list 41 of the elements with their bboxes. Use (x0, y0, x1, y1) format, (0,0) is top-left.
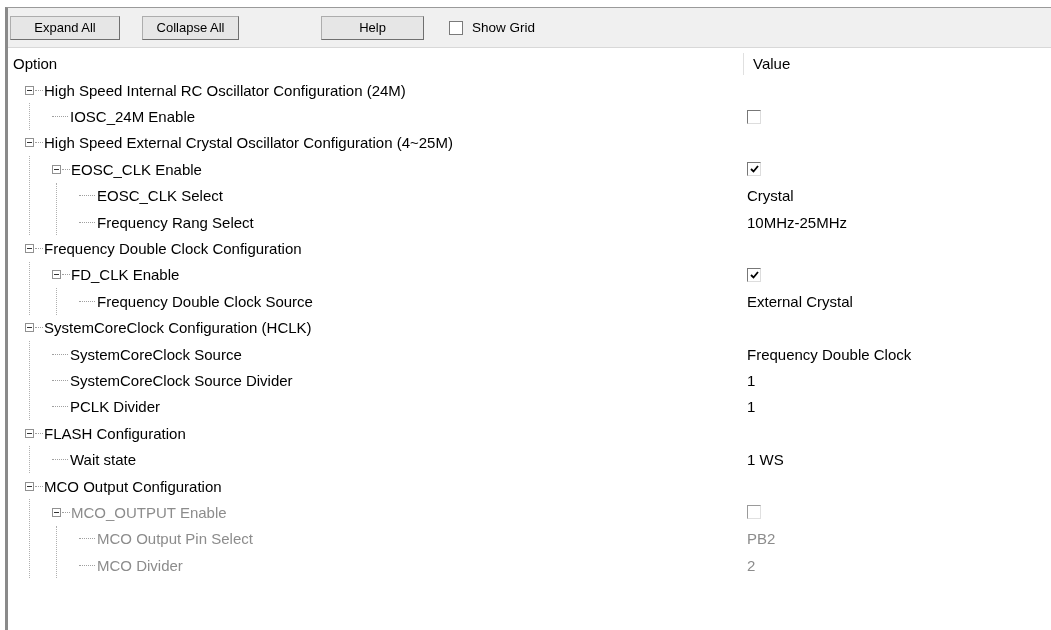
toolbar-button[interactable]: Collapse All (142, 15, 239, 40)
option-value[interactable]: 10MHz-25MHz (747, 213, 848, 231)
option-label[interactable]: Wait state (70, 451, 137, 469)
collapse-icon[interactable] (25, 85, 34, 95)
option-label[interactable]: FD_CLK Enable (71, 266, 180, 284)
checkbox-label: Show Grid (472, 20, 536, 35)
option-label[interactable]: MCO Output Configuration (44, 477, 222, 495)
collapse-icon[interactable] (25, 138, 34, 148)
collapse-icon[interactable] (25, 323, 34, 333)
checkbox[interactable] (747, 109, 761, 124)
option-label[interactable]: PCLK Divider (70, 398, 161, 416)
collapse-icon[interactable] (25, 244, 34, 254)
option-label[interactable]: EOSC_CLK Select (97, 187, 223, 205)
column-header: Option (12, 55, 59, 72)
toolbar-button[interactable]: Help (321, 15, 424, 40)
option-label[interactable]: Frequency Rang Select (97, 213, 254, 231)
checkbox[interactable] (747, 267, 761, 282)
column-header: Value (753, 55, 791, 72)
collapse-icon[interactable] (52, 164, 61, 174)
checkbox[interactable] (449, 20, 463, 35)
option-label[interactable]: High Speed Internal RC Oscillator Configuration (24M) (44, 81, 406, 99)
option-label[interactable]: SystemCoreClock Source Divider (70, 372, 293, 389)
option-label[interactable]: IOSC_24M Enable (70, 108, 196, 126)
option-label[interactable]: EOSC_CLK Enable (71, 160, 202, 178)
option-value[interactable]: 1 WS (747, 451, 784, 469)
option-value[interactable]: 1 (747, 372, 756, 389)
option-label[interactable]: FLASH Configuration (44, 424, 186, 442)
option-value[interactable]: External Crystal (747, 292, 853, 310)
option-value[interactable]: Frequency Double Clock (747, 345, 912, 363)
collapse-icon[interactable] (52, 270, 61, 280)
option-label[interactable]: SystemCoreClock Configuration (HCLK) (44, 319, 312, 337)
option-value[interactable]: Crystal (747, 187, 794, 205)
option-label[interactable]: High Speed External Crystal Oscillator Configuration (4~25M) (44, 134, 453, 152)
toolbar-button[interactable]: Expand All (10, 15, 120, 40)
collapse-icon[interactable] (25, 428, 34, 438)
option-label[interactable]: SystemCoreClock Source (70, 345, 242, 363)
checkbox[interactable] (747, 162, 761, 177)
collapse-icon[interactable] (25, 481, 34, 491)
option-value[interactable]: 1 (747, 398, 756, 416)
option-label[interactable]: Frequency Double Clock Source (97, 292, 313, 310)
option-label[interactable]: Frequency Double Clock Configuration (44, 240, 302, 258)
